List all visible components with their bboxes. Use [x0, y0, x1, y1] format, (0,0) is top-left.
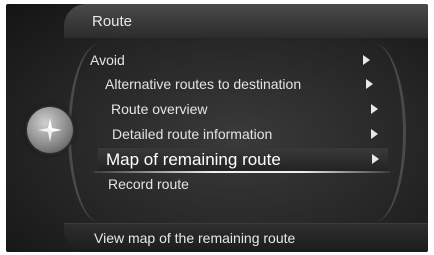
triangle-right-icon [371, 129, 378, 139]
menu-item-label: Map of remaining route [106, 150, 281, 169]
route-menu: Avoid Alternative routes to destination … [6, 4, 428, 252]
triangle-right-icon [363, 55, 370, 65]
navigation-screen: Route Avoid Alternative routes to destin… [6, 4, 428, 252]
menu-item-detailed-route-information[interactable]: Detailed route information [112, 126, 378, 142]
help-text: View map of the remaining route [94, 230, 296, 246]
help-bar: View map of the remaining route [64, 223, 428, 252]
menu-item-record-route[interactable]: Record route [108, 176, 189, 192]
selection-underline [94, 171, 390, 173]
triangle-right-icon [372, 154, 379, 164]
menu-item-label: Alternative routes to destination [105, 76, 302, 92]
triangle-right-icon [366, 79, 373, 89]
menu-item-map-of-remaining-route[interactable]: Map of remaining route [106, 150, 379, 170]
menu-item-label: Detailed route information [112, 126, 273, 142]
menu-item-label: Avoid [90, 52, 125, 68]
menu-item-alternative-routes[interactable]: Alternative routes to destination [105, 76, 373, 92]
menu-item-route-overview[interactable]: Route overview [111, 101, 378, 117]
menu-item-label: Record route [108, 176, 189, 192]
menu-item-avoid[interactable]: Avoid [90, 52, 370, 68]
menu-item-label: Route overview [111, 101, 208, 117]
triangle-right-icon [371, 104, 378, 114]
